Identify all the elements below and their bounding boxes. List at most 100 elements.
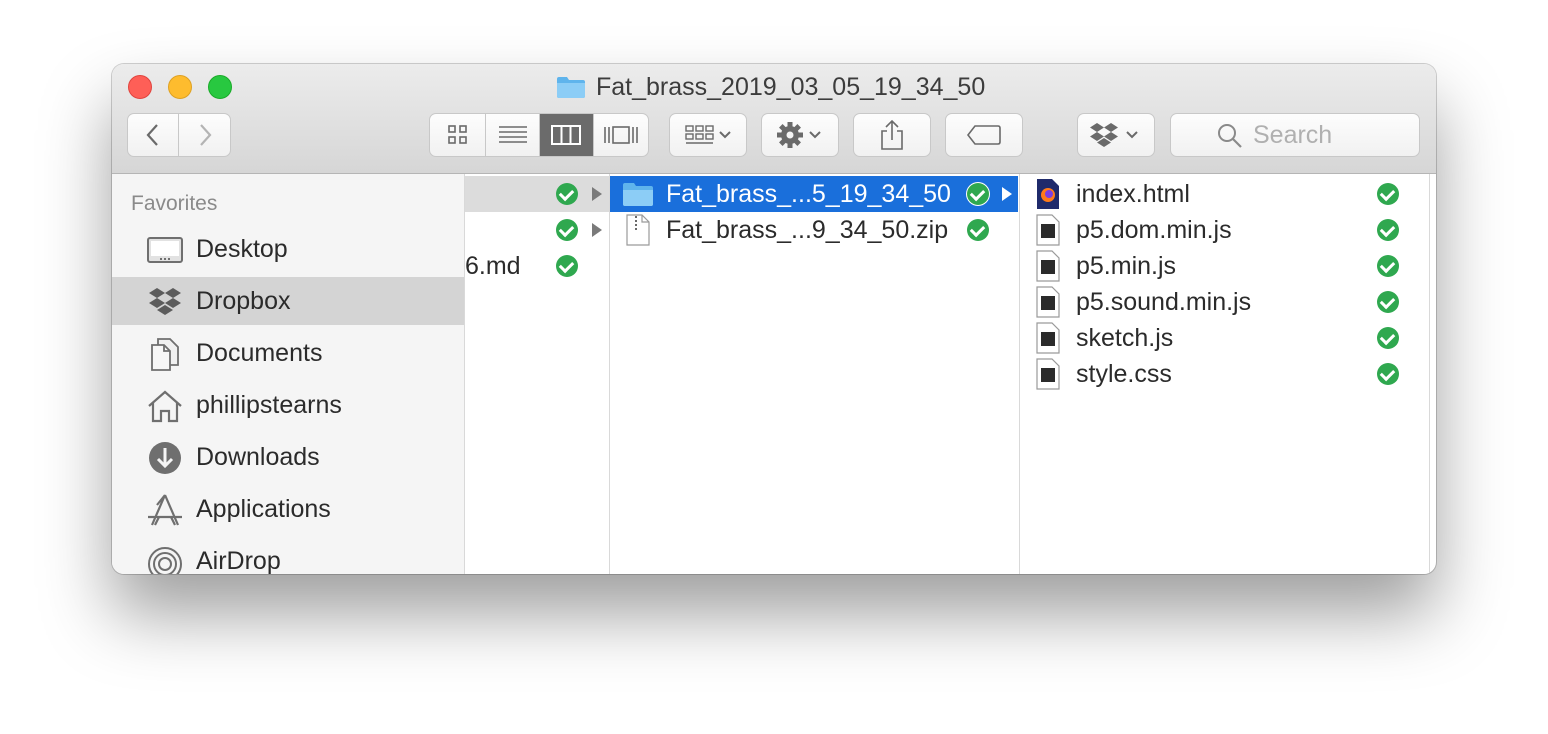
css-file-icon: [1036, 358, 1060, 390]
home-icon: [148, 390, 182, 423]
file-name: 6.md: [465, 251, 521, 280]
sidebar-item-dropbox[interactable]: Dropbox: [112, 277, 464, 325]
group-button[interactable]: [669, 113, 747, 157]
disclosure-arrow-icon: [1002, 187, 1012, 201]
back-button[interactable]: [128, 114, 180, 156]
sidebar-item-label: Applications: [196, 494, 331, 523]
sidebar-item-label: Documents: [196, 338, 323, 367]
sidebar-item-airdrop[interactable]: AirDrop: [112, 537, 464, 574]
finder-window: Fat_brass_2019_03_05_19_34_50 Search Fav…: [112, 64, 1436, 574]
chevron-left-icon: [146, 124, 158, 146]
browser-column-3: index.html p5.dom.min.js p5.min.js p5.so…: [1020, 174, 1430, 574]
list-view-icon: [498, 126, 527, 143]
dropbox-icon: [1090, 123, 1138, 147]
sidebar-item-downloads[interactable]: Downloads: [112, 433, 464, 481]
column1-row[interactable]: [465, 176, 609, 212]
js-file-icon: [1036, 214, 1060, 246]
browser-column-2: Fat_brass_...5_19_34_50 Fat_brass_...9_3…: [610, 174, 1020, 574]
minimize-button[interactable]: [168, 75, 192, 99]
file-name: p5.sound.min.js: [1076, 287, 1252, 316]
sidebar-item-home[interactable]: phillipstearns: [112, 381, 464, 429]
file-name: Fat_brass_...9_34_50.zip: [666, 215, 949, 244]
sidebar-item-documents[interactable]: Documents: [112, 329, 464, 377]
disclosure-arrow-icon: [592, 187, 602, 201]
zip-file-icon: [626, 214, 650, 246]
sync-check-icon: [1377, 183, 1399, 205]
column3-row[interactable]: p5.dom.min.js: [1020, 212, 1428, 248]
file-name: style.css: [1076, 359, 1172, 388]
tag-button[interactable]: [945, 113, 1023, 157]
titlebar: Fat_brass_2019_03_05_19_34_50 Search: [112, 64, 1436, 174]
sidebar-heading: Favorites: [131, 192, 218, 215]
list-view-button[interactable]: [486, 114, 540, 156]
sidebar-item-label: Dropbox: [196, 286, 291, 315]
folder-icon: [557, 77, 585, 98]
file-name: p5.dom.min.js: [1076, 215, 1232, 244]
share-icon: [881, 119, 903, 150]
view-mode-control: [429, 113, 649, 157]
dropbox-icon: [149, 288, 181, 315]
share-button[interactable]: [853, 113, 931, 157]
dropbox-toolbar-button[interactable]: [1077, 113, 1155, 157]
sidebar-item-label: Desktop: [196, 234, 288, 263]
documents-icon: [151, 338, 179, 371]
js-file-icon: [1036, 250, 1060, 282]
sidebar-item-applications[interactable]: Applications: [112, 485, 464, 533]
tag-icon: [966, 125, 1001, 145]
sidebar-item-label: AirDrop: [196, 546, 281, 575]
gear-icon: [777, 122, 821, 148]
icon-view-icon: [447, 125, 467, 144]
applications-icon: [148, 494, 182, 526]
sidebar: Favorites Desktop Dropbox Documents phil…: [112, 174, 465, 574]
sidebar-item-desktop[interactable]: Desktop: [112, 225, 464, 273]
group-icon: [685, 125, 731, 144]
column3-row[interactable]: sketch.js: [1020, 320, 1428, 356]
sync-check-icon: [967, 183, 989, 205]
browser-column-1: 6.md: [465, 174, 610, 574]
folder-icon: [623, 183, 653, 206]
downloads-icon: [149, 442, 181, 474]
gallery-view-icon: [603, 126, 638, 144]
column3-row[interactable]: index.html: [1020, 176, 1428, 212]
airdrop-icon: [148, 547, 182, 574]
nav-buttons: [127, 113, 231, 157]
window-title-text: Fat_brass_2019_03_05_19_34_50: [596, 72, 986, 101]
sync-check-icon: [556, 183, 578, 205]
column3-row[interactable]: p5.sound.min.js: [1020, 284, 1428, 320]
window-title: Fat_brass_2019_03_05_19_34_50: [556, 71, 985, 103]
file-name: index.html: [1076, 179, 1190, 208]
sync-check-icon: [1377, 291, 1399, 313]
column2-row-folder[interactable]: Fat_brass_...5_19_34_50: [610, 176, 1018, 212]
sync-check-icon: [1377, 255, 1399, 277]
gallery-view-button[interactable]: [594, 114, 648, 156]
sync-check-icon: [556, 255, 578, 277]
sync-check-icon: [1377, 363, 1399, 385]
sync-check-icon: [556, 219, 578, 241]
sync-check-icon: [1377, 219, 1399, 241]
close-button[interactable]: [128, 75, 152, 99]
search-icon: [1218, 124, 1242, 148]
sync-check-icon: [1377, 327, 1399, 349]
column-view-button[interactable]: [540, 114, 594, 156]
column1-row[interactable]: 6.md: [465, 248, 609, 284]
js-file-icon: [1036, 322, 1060, 354]
desktop-icon: [147, 237, 183, 263]
column2-row-zip[interactable]: Fat_brass_...9_34_50.zip: [610, 212, 1018, 248]
js-file-icon: [1036, 286, 1060, 318]
action-button[interactable]: [761, 113, 839, 157]
column-view-icon: [551, 125, 582, 145]
file-name: p5.min.js: [1076, 251, 1177, 280]
file-name: Fat_brass_...5_19_34_50: [666, 179, 951, 208]
sync-check-icon: [967, 219, 989, 241]
search-field[interactable]: Search: [1170, 113, 1420, 157]
column3-row[interactable]: p5.min.js: [1020, 248, 1428, 284]
chevron-right-icon: [199, 124, 211, 146]
file-name: sketch.js: [1076, 323, 1174, 352]
zoom-button[interactable]: [208, 75, 232, 99]
sidebar-item-label: Downloads: [196, 442, 320, 471]
forward-button[interactable]: [179, 114, 230, 156]
sidebar-item-label: phillipstearns: [196, 390, 342, 419]
icon-view-button[interactable]: [430, 114, 487, 156]
column1-row[interactable]: [465, 212, 609, 248]
column3-row[interactable]: style.css: [1020, 356, 1428, 392]
